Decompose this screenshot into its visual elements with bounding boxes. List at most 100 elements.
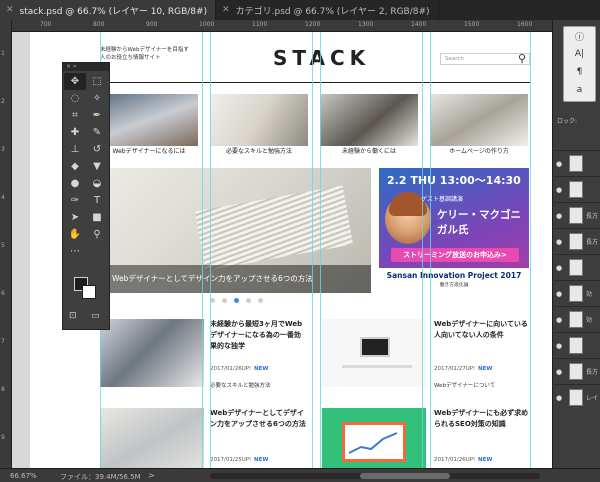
more-tools-icon[interactable]: ⋯ <box>64 243 86 260</box>
crop-icon[interactable]: ⌗ <box>64 107 86 124</box>
zoom-level[interactable]: 66.67% <box>10 472 37 480</box>
slider-dot <box>258 298 263 303</box>
type-icon[interactable]: T <box>86 192 108 209</box>
visibility-eye-icon[interactable]: ● <box>556 212 562 220</box>
new-badge: NEW <box>254 366 269 372</box>
layer-row[interactable]: ● 長方 <box>552 358 600 384</box>
layer-row[interactable]: ● <box>552 332 600 358</box>
visibility-eye-icon[interactable]: ● <box>556 290 562 298</box>
site-logo: STACK <box>273 46 371 70</box>
card-date: 2017/01/27UP! <box>434 366 476 372</box>
layer-thumbnail <box>569 207 583 224</box>
layer-row[interactable]: ● <box>552 254 600 280</box>
visibility-eye-icon[interactable]: ● <box>556 238 562 246</box>
photoshop-window: ✕ stack.psd @ 66.7% (レイヤー 10, RGB/8#) ✕ … <box>0 0 600 482</box>
ruler-tick: 1400 <box>411 21 427 28</box>
glyphs-icon[interactable]: a <box>564 81 595 99</box>
layer-thumbnail <box>569 363 583 380</box>
visibility-eye-icon[interactable]: ● <box>556 316 562 324</box>
layer-name: 長方 <box>586 239 599 246</box>
eyedropper-icon[interactable]: ✒ <box>86 107 108 124</box>
guide-line[interactable] <box>202 32 203 468</box>
layer-row[interactable]: ● レイ <box>552 384 600 410</box>
horizontal-scrollbar[interactable] <box>210 473 540 479</box>
layer-thumbnail <box>569 233 583 250</box>
layer-thumbnail <box>569 259 583 276</box>
guide-line[interactable] <box>422 32 423 468</box>
ruler-tick: 1000 <box>199 21 215 28</box>
card-title: Webデザイナーにも必ず求められるSEO対策の知識 <box>434 409 529 428</box>
brush-icon[interactable]: ✎ <box>86 124 108 141</box>
ruler-tick: 1 <box>1 50 5 57</box>
blur-icon[interactable]: ● <box>64 175 86 192</box>
screen-mode-icon[interactable]: ▭ <box>91 311 100 321</box>
ruler-tick: 1500 <box>464 21 480 28</box>
layer-row[interactable]: ● <box>552 176 600 202</box>
guide-line[interactable] <box>320 32 321 468</box>
vertical-ruler[interactable]: 1 2 3 4 5 6 7 8 9 <box>0 20 12 468</box>
tab-stack-psd[interactable]: ✕ stack.psd @ 66.7% (レイヤー 10, RGB/8#) <box>0 0 217 20</box>
visibility-eye-icon[interactable]: ● <box>556 264 562 272</box>
status-menu-arrow[interactable]: > <box>148 471 155 480</box>
layer-row[interactable]: ● 効 <box>552 280 600 306</box>
guide-line[interactable] <box>312 32 313 468</box>
chart-screen-icon <box>342 422 406 462</box>
thumb-label: ホームページの作り方 <box>449 148 509 155</box>
slider-dot-active <box>234 298 239 303</box>
close-tab-icon[interactable]: ✕ <box>222 5 230 15</box>
history-brush-icon[interactable]: ↺ <box>86 141 108 158</box>
layer-row[interactable]: ● 長方 <box>552 202 600 228</box>
shape-icon[interactable]: ■ <box>86 209 108 226</box>
stamp-icon[interactable]: ⊥ <box>64 141 86 158</box>
tools-panel-header[interactable]: × « <box>63 63 109 71</box>
mini-panel-dock: ⓘ A| ¶ a <box>563 26 596 102</box>
horizontal-ruler[interactable]: 700 800 900 1000 1100 1200 1300 1400 150… <box>12 20 552 32</box>
thumb-label: Webデザイナーになるには <box>112 148 186 155</box>
ruler-tick: 5 <box>1 242 5 249</box>
guide-line[interactable] <box>530 32 531 468</box>
eraser-icon[interactable]: ◆ <box>64 158 86 175</box>
thumb-image <box>100 94 198 146</box>
marquee-icon[interactable]: ⬚ <box>86 73 108 90</box>
visibility-eye-icon[interactable]: ● <box>556 342 562 350</box>
layer-row[interactable]: ● 効 <box>552 306 600 332</box>
hero-slider: Webデザイナーとしてデザイン力をアップさせる6つの方法 <box>109 168 371 293</box>
card-category: 必要なスキルと勉強方法 <box>210 383 271 389</box>
empty-slot <box>86 243 108 260</box>
layer-row[interactable]: ● <box>552 150 600 176</box>
healing-icon[interactable]: ✚ <box>64 124 86 141</box>
guide-line[interactable] <box>430 32 431 468</box>
tab-category-psd[interactable]: ✕ カテゴリ.psd @ 66.7% (レイヤー 2, RGB/8#) <box>216 0 439 20</box>
visibility-eye-icon[interactable]: ● <box>556 368 562 376</box>
ruler-tick: 1600 <box>517 21 533 28</box>
scrollbar-thumb[interactable] <box>360 473 450 479</box>
magic-wand-icon[interactable]: ✧ <box>86 90 108 107</box>
quick-mask-icon[interactable]: ⊡ <box>69 311 77 321</box>
ad-speaker-name: ケリー・マクゴニガル氏 <box>437 209 521 236</box>
zoom-icon[interactable]: ⚲ <box>86 226 108 243</box>
new-badge: NEW <box>254 457 269 463</box>
dodge-icon[interactable]: ◒ <box>86 175 108 192</box>
paragraph-icon[interactable]: ¶ <box>564 63 595 81</box>
hand-icon[interactable]: ✋ <box>64 226 86 243</box>
layer-row[interactable]: ● 長方 <box>552 228 600 254</box>
thumb-image <box>430 94 528 146</box>
visibility-eye-icon[interactable]: ● <box>556 160 562 168</box>
visibility-eye-icon[interactable]: ● <box>556 394 562 402</box>
lasso-icon[interactable]: ◌ <box>64 90 86 107</box>
tab-label: stack.psd @ 66.7% (レイヤー 10, RGB/8#) <box>19 6 208 17</box>
info-icon[interactable]: ⓘ <box>564 27 595 45</box>
guide-line[interactable] <box>210 32 211 468</box>
paint-bucket-icon[interactable]: ▼ <box>86 158 108 175</box>
ruler-tick: 700 <box>40 21 52 28</box>
close-tab-icon[interactable]: ✕ <box>6 5 14 15</box>
card-image <box>100 408 204 468</box>
layer-thumbnail <box>569 285 583 302</box>
thumb-image <box>210 94 308 146</box>
visibility-eye-icon[interactable]: ● <box>556 186 562 194</box>
move-icon[interactable]: ✥ <box>64 73 86 90</box>
path-select-icon[interactable]: ➤ <box>64 209 86 226</box>
character-icon[interactable]: A| <box>564 45 595 63</box>
pen-icon[interactable]: ✑ <box>64 192 86 209</box>
background-color-swatch[interactable] <box>82 285 96 299</box>
